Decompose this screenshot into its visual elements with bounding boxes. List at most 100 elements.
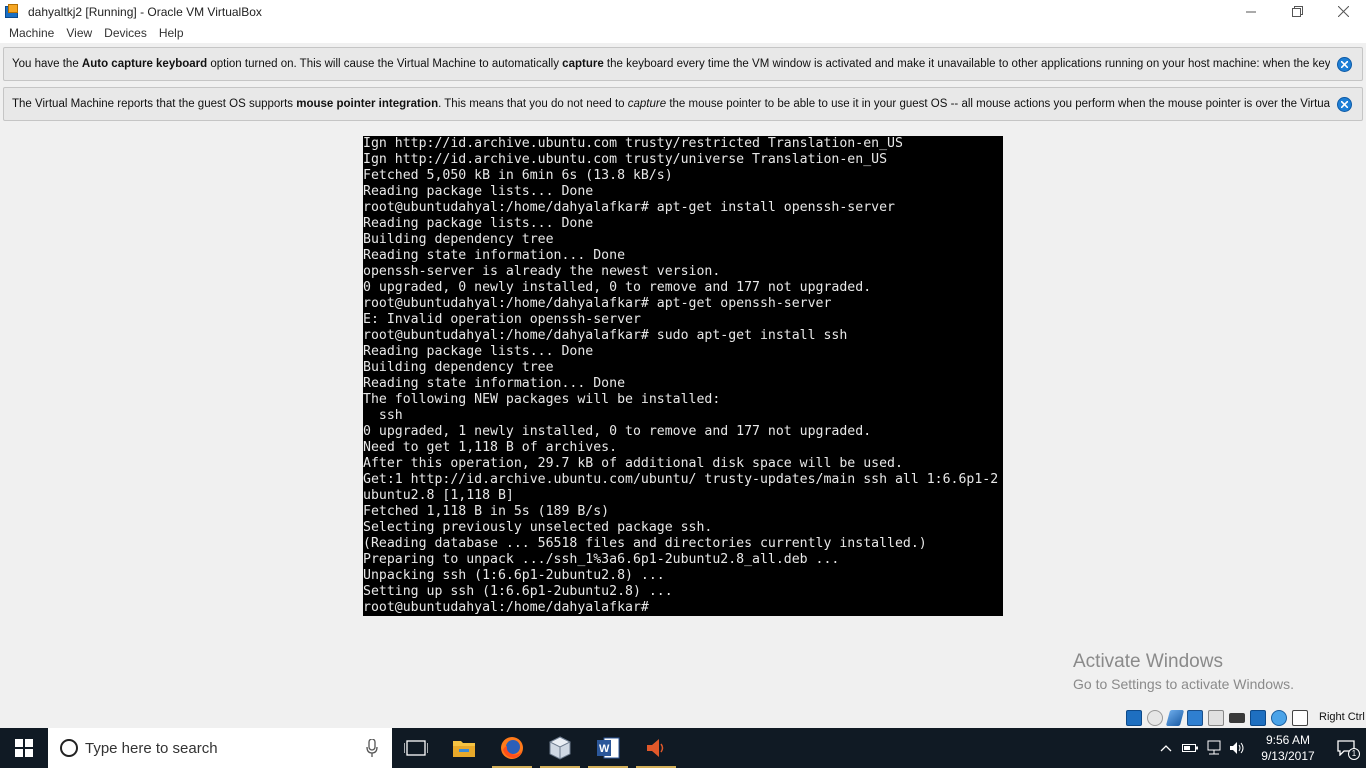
close-icon — [1341, 61, 1348, 68]
file-explorer-button[interactable] — [440, 728, 488, 768]
terminal-line: Reading package lists... Done — [363, 344, 594, 359]
file-explorer-icon — [453, 741, 475, 757]
terminal-line: root@ubuntudahyal:/home/dahyalafkar# apt… — [363, 200, 895, 215]
optical-drive-icon[interactable] — [1147, 710, 1163, 726]
terminal-line: Setting up ssh (1:6.6p1-2ubuntu2.8) ... — [363, 584, 673, 599]
search-placeholder: Type here to search — [85, 739, 218, 757]
terminal-line: root@ubuntudahyal:/home/dahyalafkar# sud… — [363, 328, 848, 343]
menu-view[interactable]: View — [60, 23, 98, 43]
volume-icon — [1230, 742, 1244, 754]
word-button[interactable]: W — [584, 728, 632, 768]
terminal-line: ssh — [363, 408, 403, 423]
hard-disk-icon[interactable] — [1126, 710, 1142, 726]
terminal-line: root@ubuntudahyal:/home/dahyalafkar# — [363, 600, 649, 615]
terminal-line: Building dependency tree — [363, 360, 554, 375]
close-button[interactable] — [1320, 0, 1366, 23]
terminal-line: Reading state information... Done — [363, 376, 626, 391]
task-view-icon — [404, 740, 428, 756]
minimize-icon — [1246, 11, 1256, 12]
terminal-line: openssh-server is already the newest ver… — [363, 264, 721, 279]
terminal-line: Fetched 1,118 B in 5s (189 B/s) — [363, 504, 610, 519]
close-icon — [1337, 6, 1349, 17]
close-icon — [1341, 101, 1348, 108]
activate-windows-subtitle: Go to Settings to activate Windows. — [1073, 676, 1294, 692]
terminal-line: The following NEW packages will be insta… — [363, 392, 721, 407]
battery-icon — [1182, 744, 1198, 752]
system-tray: 9:56 AM 9/13/2017 1 — [1154, 728, 1366, 768]
mouse-integration-message: The Virtual Machine reports that the gue… — [12, 98, 1330, 110]
restore-icon — [1291, 6, 1303, 17]
clock-date: 9/13/2017 — [1261, 749, 1315, 763]
keyboard-capture-banner: You have the Auto capture keyboard optio… — [3, 47, 1363, 81]
action-center-button[interactable]: 1 — [1326, 728, 1366, 768]
start-button[interactable] — [0, 728, 48, 768]
menu-devices[interactable]: Devices — [98, 23, 153, 43]
cortana-search-icon — [60, 739, 78, 757]
terminal-line: Reading state information... Done — [363, 248, 626, 263]
terminal-line: Ign http://id.archive.ubuntu.com trusty/… — [363, 152, 888, 167]
taskbar-clock[interactable]: 9:56 AM 9/13/2017 — [1250, 732, 1326, 764]
window-controls — [1228, 0, 1366, 23]
terminal-line: After this operation, 29.7 kB of additio… — [363, 456, 903, 471]
terminal-line: Reading package lists... Done — [363, 216, 594, 231]
show-hidden-icons-button[interactable] — [1154, 728, 1178, 768]
terminal-line: Reading package lists... Done — [363, 184, 594, 199]
volume-button[interactable] — [1226, 728, 1250, 768]
word-icon: W — [597, 737, 620, 759]
menu-machine[interactable]: Machine — [3, 23, 60, 43]
virtualbox-taskbar-button[interactable] — [536, 728, 584, 768]
terminal-line: Building dependency tree — [363, 232, 554, 247]
display-icon[interactable] — [1250, 710, 1266, 726]
task-view-button[interactable] — [392, 728, 440, 768]
video-capture-icon[interactable] — [1271, 710, 1287, 726]
terminal-line: Ign http://id.archive.ubuntu.com trusty/… — [363, 136, 903, 151]
menu-bar: Machine View Devices Help — [0, 23, 1366, 43]
network-tray-button[interactable] — [1202, 728, 1226, 768]
vm-console-screen[interactable]: Ign http://id.archive.ubuntu.com trusty/… — [363, 136, 1003, 616]
menu-help[interactable]: Help — [153, 23, 190, 43]
terminal-line: (Reading database ... 56518 files and di… — [363, 536, 927, 551]
taskbar-search-box[interactable]: Type here to search — [48, 728, 392, 768]
firefox-button[interactable] — [488, 728, 536, 768]
firefox-icon — [501, 737, 523, 759]
terminal-line: ubuntu2.8 [1,118 B] — [363, 488, 514, 503]
windows-logo-icon — [15, 739, 33, 757]
network-tray-icon — [1207, 740, 1221, 755]
terminal-line: 0 upgraded, 1 newly installed, 0 to remo… — [363, 424, 872, 439]
virtualbox-icon — [549, 736, 571, 760]
virtualbox-app-icon — [5, 3, 21, 20]
usb-icon[interactable] — [1208, 710, 1224, 726]
svg-text:W: W — [599, 743, 610, 755]
terminal-line: Selecting previously unselected package … — [363, 520, 713, 535]
network-icon[interactable] — [1187, 710, 1203, 726]
window-title: dahyaltkj2 [Running] - Oracle VM Virtual… — [28, 4, 262, 19]
restore-button[interactable] — [1274, 0, 1320, 23]
shared-folders-icon[interactable] — [1229, 713, 1245, 723]
vm-display-area: Ign http://id.archive.ubuntu.com trusty/… — [0, 127, 1366, 709]
activate-windows-title: Activate Windows — [1073, 651, 1223, 672]
terminal-line: Fetched 5,050 kB in 6min 6s (13.8 kB/s) — [363, 168, 673, 183]
audio-icon[interactable] — [1165, 710, 1185, 726]
activate-windows-watermark: Activate Windows Go to Settings to activ… — [1073, 650, 1294, 694]
chevron-up-icon — [1160, 745, 1172, 752]
audio-app-button[interactable] — [632, 728, 680, 768]
terminal-line: Need to get 1,118 B of archives. — [363, 440, 618, 455]
windows-taskbar: Type here to search W 9:56 AM 9/13/2017 … — [0, 728, 1366, 768]
title-bar: dahyaltkj2 [Running] - Oracle VM Virtual… — [0, 0, 1366, 23]
keyboard-capture-message: You have the Auto capture keyboard optio… — [12, 58, 1330, 70]
battery-button[interactable] — [1178, 728, 1202, 768]
microphone-icon[interactable] — [366, 739, 378, 757]
vm-status-bar: Right Ctrl — [0, 708, 1366, 728]
mouse-banner-close-button[interactable] — [1337, 97, 1352, 112]
keyboard-banner-close-button[interactable] — [1337, 57, 1352, 72]
terminal-line: root@ubuntudahyal:/home/dahyalafkar# apt… — [363, 296, 832, 311]
terminal-line: Preparing to unpack .../ssh_1%3a6.6p1-2u… — [363, 552, 840, 567]
terminal-line: 0 upgraded, 0 newly installed, 0 to remo… — [363, 280, 872, 295]
host-key-label: Right Ctrl — [1319, 711, 1365, 723]
minimize-button[interactable] — [1228, 0, 1274, 23]
notification-count-badge: 1 — [1348, 748, 1360, 760]
mouse-integration-icon[interactable] — [1292, 710, 1308, 726]
mouse-integration-banner: The Virtual Machine reports that the gue… — [3, 87, 1363, 121]
terminal-line: Get:1 http://id.archive.ubuntu.com/ubunt… — [363, 472, 999, 487]
terminal-line: Unpacking ssh (1:6.6p1-2ubuntu2.8) ... — [363, 568, 665, 583]
